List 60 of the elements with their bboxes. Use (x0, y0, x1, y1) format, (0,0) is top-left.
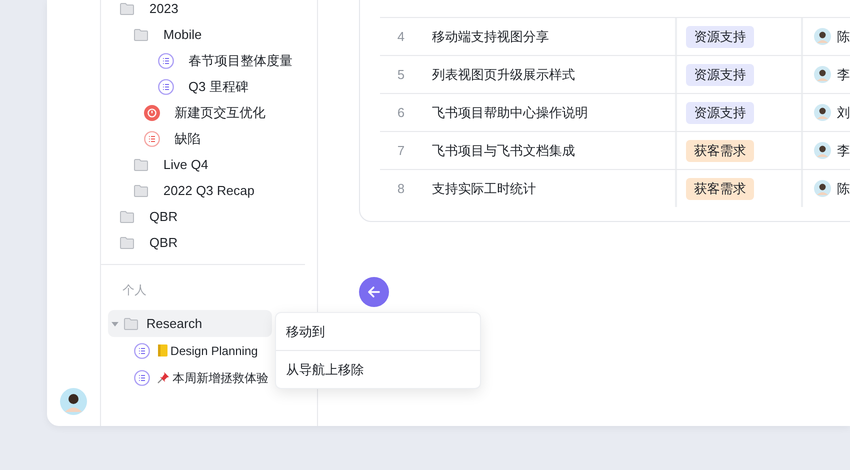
tree-item-label[interactable]: Live Q4 (163, 155, 208, 175)
tree-item-label[interactable]: QBR (149, 233, 178, 253)
table-cell-text: 移动端支持视图分享 (432, 28, 549, 46)
tree-item-label[interactable]: Design Planning (170, 342, 258, 360)
row-number: 6 (397, 104, 405, 122)
folder-icon (134, 29, 148, 41)
row-number: 8 (397, 180, 405, 198)
arrow-left-icon (367, 285, 381, 299)
tree-item-label[interactable]: 缺陷 (174, 129, 200, 149)
avatar-icon (814, 66, 831, 83)
folder-icon (120, 211, 134, 223)
table-cell-text: 支持实际工时统计 (432, 180, 536, 198)
tree-item[interactable]: Research (108, 310, 272, 337)
list-document-icon (158, 53, 174, 69)
tag: 资源支持 (686, 102, 754, 124)
list-document-icon (144, 131, 160, 147)
tag: 获客需求 (686, 140, 754, 162)
list-document-icon (134, 370, 150, 386)
tree-item-label[interactable]: QBR (149, 207, 178, 227)
person-name: 李 (837, 142, 850, 160)
tree-item-label[interactable]: Mobile (163, 25, 202, 45)
table-cell-text: 飞书项目帮助中心操作说明 (432, 104, 588, 122)
table-cell-text: 飞书项目与飞书文档集成 (432, 142, 575, 160)
notebook-icon (157, 344, 168, 357)
back-button[interactable] (359, 277, 389, 307)
folder-icon (134, 185, 148, 197)
avatar-icon[interactable] (60, 388, 88, 415)
row-number: 4 (397, 28, 405, 46)
person-name: 刘 (837, 104, 850, 122)
person-name: 李 (837, 66, 850, 84)
avatar-icon (814, 104, 831, 121)
tag: 获客需求 (686, 178, 754, 200)
tree-item-label[interactable]: 春节项目整体度量 (188, 51, 292, 71)
alert-icon (144, 105, 160, 121)
row-number: 5 (397, 66, 405, 84)
folder-icon (120, 237, 134, 249)
tag: 资源支持 (686, 64, 754, 86)
tag: 资源支持 (686, 26, 754, 48)
tree-item-label[interactable]: 2022 Q3 Recap (163, 181, 254, 201)
list-document-icon (158, 79, 174, 95)
caret-icon[interactable] (111, 320, 120, 328)
list-document-icon (134, 342, 150, 358)
section-heading: 个人 (122, 282, 146, 299)
folder-icon (124, 318, 138, 330)
menu-item[interactable]: 从导航上移除 (276, 351, 480, 388)
tree-item-label[interactable]: 新建页交互优化 (174, 103, 266, 123)
person-name: 陈 (837, 28, 850, 46)
tree-item-label[interactable]: 本周新增拯救体验 (172, 368, 268, 386)
folder-icon (120, 3, 134, 15)
person-name: 陈 (837, 180, 850, 198)
row-number: 7 (397, 142, 405, 160)
avatar-icon (814, 142, 831, 159)
tree-item-label[interactable]: 2023 (149, 0, 178, 19)
table-cell-text: 列表视图页升级展示样式 (432, 66, 575, 84)
avatar-icon (814, 28, 831, 45)
menu-item[interactable]: 移动到 (276, 313, 480, 350)
pushpin-icon (157, 371, 170, 384)
avatar-icon (814, 180, 831, 197)
folder-icon (134, 159, 148, 171)
tree-item-label[interactable]: Q3 里程碑 (188, 77, 248, 97)
